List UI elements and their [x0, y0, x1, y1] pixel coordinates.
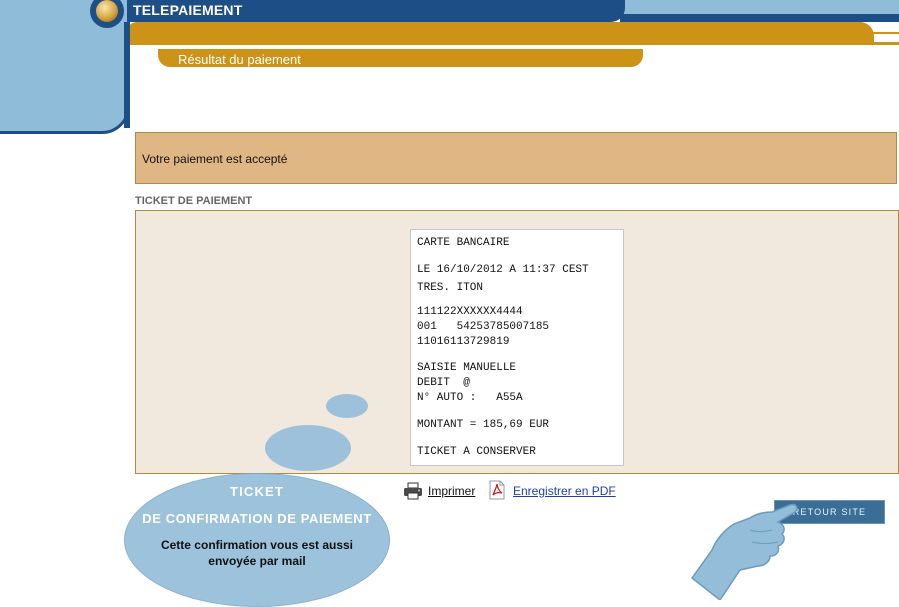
- receipt-line-amount: MONTANT = 185,69 EUR: [417, 419, 550, 431]
- callout-text: Cette confirmation vous est aussi envoyé…: [160, 538, 354, 568]
- receipt-line: DEBIT @: [417, 377, 470, 389]
- save-pdf-link[interactable]: Enregistrer en PDF: [513, 484, 616, 498]
- callout-bubble-medium: [265, 425, 351, 471]
- callout-title-line1: TICKET: [229, 484, 285, 499]
- page-title: TELEPAIEMENT: [133, 2, 243, 18]
- receipt-line: 11016113729819: [417, 336, 510, 348]
- receipt-line: CARTE BANCAIRE: [417, 237, 510, 249]
- receipt-line: TICKET A CONSERVER: [417, 446, 536, 458]
- header-orange-band: [127, 22, 874, 42]
- pointing-hand-icon: [690, 503, 798, 600]
- receipt-line: LE 16/10/2012 A 11:37 CEST: [417, 264, 589, 276]
- receipt-line: N° AUTO : A55A: [417, 392, 523, 404]
- status-message: Votre paiement est accepté: [142, 152, 288, 166]
- receipt-line: 001 54253785007185: [417, 321, 550, 333]
- ticket-heading: TICKET DE PAIEMENT: [135, 195, 253, 207]
- receipt-line: SAISIE MANUELLE: [417, 362, 517, 374]
- receipt-line: TRES. ITON: [417, 282, 484, 294]
- header-orange-right-line: [873, 32, 899, 34]
- callout-bubble-small: [326, 394, 368, 418]
- print-link[interactable]: Imprimer: [428, 484, 475, 498]
- callout-title-line2: DE CONFIRMATION DE PAIEMENT: [142, 511, 372, 526]
- header-blue-vertical: [124, 22, 130, 128]
- subheader-title: Résultat du paiement: [178, 52, 301, 67]
- printer-icon[interactable]: [403, 482, 423, 500]
- header-logo-icon: [96, 0, 118, 22]
- header-orange-line: [127, 42, 899, 45]
- pdf-icon[interactable]: [487, 480, 507, 500]
- receipt-line: 111122XXXXXX4444: [417, 306, 523, 318]
- header-dark-band-right: [620, 14, 899, 22]
